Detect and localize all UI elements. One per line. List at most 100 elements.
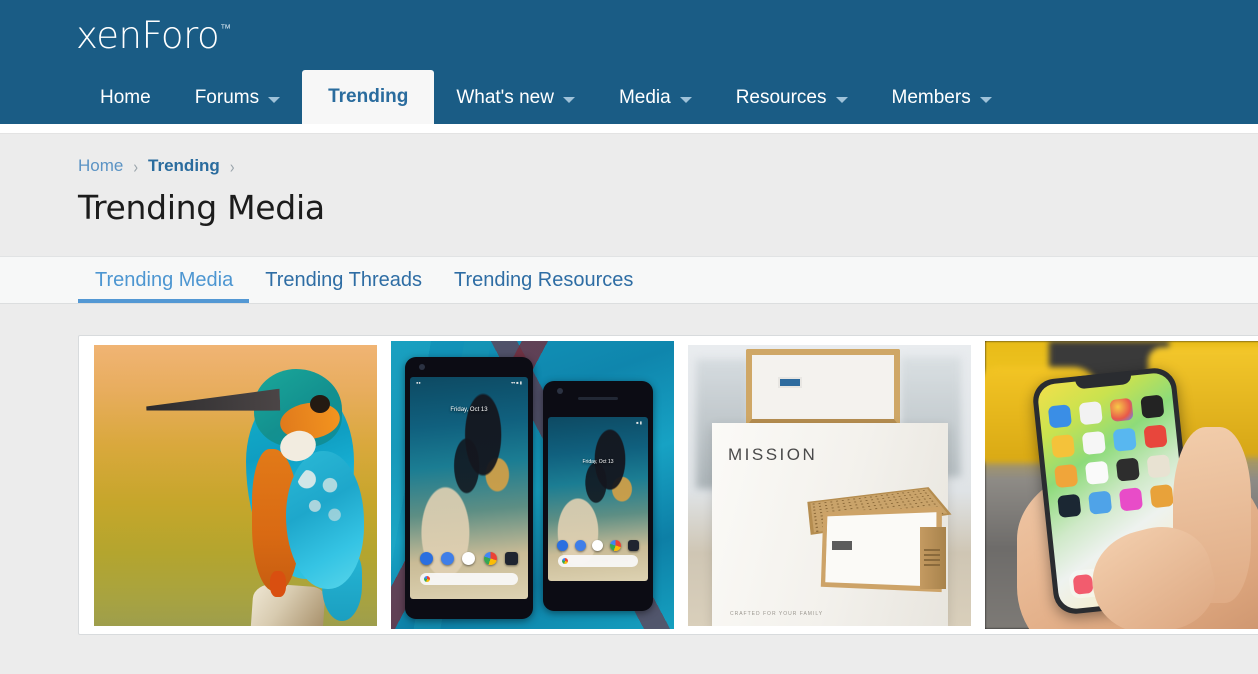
media-thumbnail[interactable] [94, 344, 377, 626]
media-item-mission-speaker[interactable]: MISSION CRAFTED FOR YOUR FAMILY [681, 339, 978, 632]
speaker-led-indicator [778, 376, 802, 388]
tab-label: Trending Threads [265, 268, 422, 291]
chrome-app-icon [483, 552, 497, 565]
phone-screen: ■ ▮ Friday, Oct 13 [548, 417, 648, 581]
home-screen-app-grid [1047, 394, 1175, 518]
app-icon [1149, 484, 1174, 509]
app-icon [1112, 427, 1137, 452]
breadcrumb-separator-icon: › [229, 156, 235, 176]
nav-item-trending[interactable]: Trending [302, 70, 435, 124]
status-bar: ■ ▮ [554, 420, 642, 425]
app-icon [1050, 434, 1076, 459]
app-icon [1140, 394, 1165, 419]
app-icon [1143, 424, 1168, 449]
app-icon [1088, 490, 1113, 515]
app-icon [1084, 460, 1110, 485]
nav-item-label: Home [100, 87, 151, 108]
nav-item-resources[interactable]: Resources [714, 72, 870, 124]
app-icon [1109, 397, 1134, 422]
front-camera-icon [557, 388, 563, 394]
page-body: Home › Trending › Trending Media Trendin… [0, 134, 1258, 674]
bird-foot [270, 570, 286, 597]
app-dock [416, 552, 522, 565]
pixel-2-phone: ■ ▮ Friday, Oct 13 [543, 381, 653, 611]
product-tagline: CRAFTED FOR YOUR FAMILY [730, 610, 824, 617]
nav-item-label: Forums [194, 87, 260, 108]
nav-item-label: What's new [456, 87, 554, 108]
camera-app-icon [504, 552, 518, 565]
app-icon [1118, 487, 1144, 512]
nav-item-members[interactable]: Members [870, 72, 1014, 124]
main-navigation: Home Forums Trending What's new Media Re… [0, 62, 1258, 124]
app-icon [1115, 457, 1140, 482]
tab-trending-threads[interactable]: Trending Threads [249, 257, 438, 303]
media-thumbnail[interactable]: MISSION CRAFTED FOR YOUR FAMILY [688, 344, 971, 626]
chrome-app-icon [610, 540, 622, 551]
bird-eye [310, 394, 330, 413]
app-icon [1054, 463, 1079, 489]
speaker-front-label [832, 540, 852, 550]
media-item-pixel-phones[interactable]: ●● ▾▾ ■ ▮ Friday, Oct 13 ■ ▮ Friday, Oct… [384, 336, 681, 634]
trademark-icon: ™ [220, 22, 232, 35]
chevron-down-icon[interactable] [835, 96, 848, 103]
chevron-down-icon[interactable] [562, 96, 575, 103]
breadcrumb-item-trending[interactable]: Trending [148, 156, 220, 176]
nav-item-label: Trending [328, 86, 409, 107]
site-logo-text: xenForo [76, 14, 220, 57]
lockscreen-date: Friday, Oct 13 [450, 407, 488, 413]
nav-item-label: Media [618, 87, 671, 108]
nav-item-home[interactable]: Home [78, 72, 173, 124]
breadcrumb: Home › Trending › [0, 134, 1258, 176]
app-dock [554, 540, 642, 551]
app-icon [1081, 430, 1106, 456]
nav-item-label: Resources [735, 87, 827, 108]
tab-label: Trending Media [95, 268, 234, 291]
phone-screen: ●● ▾▾ ■ ▮ Friday, Oct 13 [410, 377, 528, 599]
lockscreen-date: Friday, Oct 13 [582, 459, 614, 465]
play-store-app-icon [462, 552, 476, 565]
media-item-iphone-x[interactable] [978, 336, 1258, 634]
google-search-bar [558, 555, 638, 567]
camera-app-icon [627, 540, 639, 551]
status-bar-left: ●● [416, 380, 421, 385]
nav-item-media[interactable]: Media [597, 72, 714, 124]
messages-app-icon [441, 552, 455, 565]
status-bar-right: ▾▾ ■ ▮ [511, 380, 522, 385]
brand-label: MISSION [728, 444, 818, 464]
perch-branch [250, 582, 326, 626]
tab-trending-resources[interactable]: Trending Resources [438, 257, 649, 303]
header-divider [0, 124, 1258, 134]
app-icon [1078, 401, 1103, 426]
media-item-kingfisher[interactable] [87, 339, 384, 632]
breadcrumb-separator-icon: › [133, 156, 139, 176]
breadcrumb-item-home[interactable]: Home [78, 156, 123, 176]
media-thumbnail[interactable] [985, 341, 1258, 629]
product-carton: MISSION CRAFTED FOR YOUR FAMILY [712, 422, 952, 626]
chevron-down-icon[interactable] [979, 96, 992, 103]
google-search-bar [420, 573, 518, 585]
nav-item-forums[interactable]: Forums [173, 72, 302, 124]
chevron-down-icon[interactable] [268, 96, 281, 103]
front-camera-icon [419, 364, 425, 370]
nav-item-label: Members [891, 87, 971, 108]
play-store-app-icon [592, 540, 604, 551]
tab-label: Trending Resources [454, 268, 634, 291]
tab-trending-media[interactable]: Trending Media [78, 257, 250, 303]
speaker-vent [924, 548, 940, 567]
status-bar: ●● ▾▾ ■ ▮ [416, 380, 522, 385]
app-icon [1057, 493, 1082, 518]
media-thumbnail[interactable]: ●● ▾▾ ■ ▮ Friday, Oct 13 ■ ▮ Friday, Oct… [391, 341, 674, 629]
earpiece-speaker-icon [578, 397, 618, 400]
phone-app-icon [420, 552, 434, 565]
speaker-unit-top [746, 348, 900, 427]
app-icon [1047, 404, 1072, 429]
tab-strip: Trending Media Trending Threads Trending… [0, 256, 1258, 304]
pixel-2-xl-phone: ●● ▾▾ ■ ▮ Friday, Oct 13 [405, 357, 533, 619]
site-header: xenForo™ Home Forums Trending What's new… [0, 0, 1258, 124]
phone-app-icon [557, 540, 569, 551]
chevron-down-icon[interactable] [679, 96, 692, 103]
site-logo[interactable]: xenForo™ [0, 0, 1258, 62]
bird-wing-spots [294, 462, 352, 537]
status-bar-right: ■ ▮ [636, 420, 642, 425]
nav-item-whats-new[interactable]: What's new [434, 72, 597, 124]
